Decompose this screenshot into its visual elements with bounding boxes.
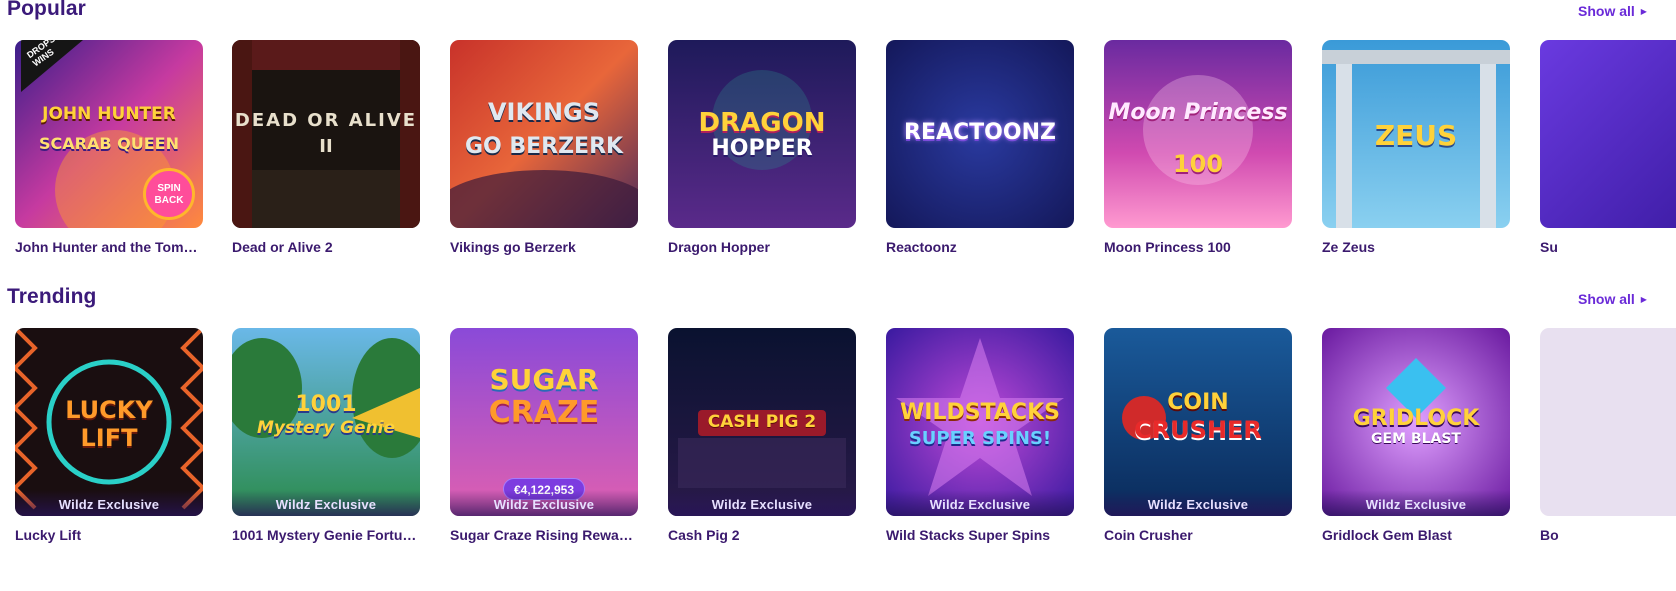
thumbnail-art (668, 40, 856, 228)
game-title[interactable]: Reactoonz (886, 239, 1074, 255)
game-title[interactable]: Sugar Craze Rising Rewar… (450, 527, 638, 543)
game-title[interactable]: Vikings go Berzerk (450, 239, 638, 255)
game-thumbnail[interactable]: 1001 Mystery Genie Wildz Exclusive (232, 328, 420, 516)
thumbnail-art (450, 40, 638, 228)
exclusive-badge: Wildz Exclusive (232, 490, 420, 516)
game-title[interactable]: Wild Stacks Super Spins (886, 527, 1074, 543)
game-title[interactable]: John Hunter and the Tomb… (15, 239, 203, 255)
exclusive-badge: Wildz Exclusive (668, 490, 856, 516)
thumbnail-art (886, 40, 1074, 228)
game-thumbnail[interactable]: CASH PIG 2 Wildz Exclusive (668, 328, 856, 516)
game-card[interactable]: ZEUS Ze Zeus (1322, 40, 1510, 255)
game-title[interactable]: Dead or Alive 2 (232, 239, 420, 255)
show-all-label: Show all (1578, 291, 1635, 307)
game-thumbnail[interactable]: DEAD OR ALIVE II (232, 40, 420, 228)
game-card[interactable]: LUCKY LIFT Wildz Exclusive Lucky Lift (15, 328, 203, 543)
trending-section: Trending Show all ▶ LUCKY LIFT Wildz Exc… (0, 285, 1676, 578)
spin-back-badge: SPIN BACK (143, 168, 195, 220)
section-title-popular: Popular (7, 0, 86, 20)
thumbnail-art (1322, 40, 1510, 228)
game-card[interactable]: Moon Princess 100 Moon Princess 100 (1104, 40, 1292, 255)
game-card[interactable]: CASH PIG 2 Wildz Exclusive Cash Pig 2 (668, 328, 856, 543)
game-thumbnail[interactable] (1540, 328, 1676, 516)
game-card[interactable]: DEAD OR ALIVE II Dead or Alive 2 (232, 40, 420, 255)
game-card[interactable]: SUGAR CRAZE €4,122,953 Wildz Exclusive S… (450, 328, 638, 543)
game-card[interactable]: GRIDLOCK GEM BLAST Wildz Exclusive Gridl… (1322, 328, 1510, 543)
game-thumbnail[interactable]: ZEUS (1322, 40, 1510, 228)
exclusive-badge: Wildz Exclusive (886, 490, 1074, 516)
show-all-popular-link[interactable]: Show all ▶ (1578, 3, 1647, 19)
show-all-trending-link[interactable]: Show all ▶ (1578, 291, 1647, 307)
game-title[interactable]: Lucky Lift (15, 527, 203, 543)
game-thumbnail[interactable]: SUGAR CRAZE €4,122,953 Wildz Exclusive (450, 328, 638, 516)
arrow-right-icon: ▶ (1640, 6, 1647, 16)
game-title[interactable]: Cash Pig 2 (668, 527, 856, 543)
exclusive-badge: Wildz Exclusive (450, 490, 638, 516)
game-title[interactable]: Ze Zeus (1322, 239, 1510, 255)
game-card[interactable]: DRAGON HOPPER Dragon Hopper (668, 40, 856, 255)
thumbnail-art (1540, 40, 1676, 228)
game-title[interactable]: Coin Crusher (1104, 527, 1292, 543)
popular-games-row[interactable]: DROPS & WINS JOHN HUNTER SCARAB QUEEN SP… (15, 40, 1676, 290)
show-all-label: Show all (1578, 3, 1635, 19)
popular-section: Popular Show all ▶ DROPS & WINS JOHN HUN… (0, 0, 1676, 290)
game-thumbnail[interactable]: GRIDLOCK GEM BLAST Wildz Exclusive (1322, 328, 1510, 516)
game-card[interactable]: Bo (1540, 328, 1676, 543)
game-title[interactable]: Su (1540, 239, 1676, 255)
game-title[interactable]: Bo (1540, 527, 1676, 543)
game-thumbnail[interactable]: LUCKY LIFT Wildz Exclusive (15, 328, 203, 516)
game-card[interactable]: DROPS & WINS JOHN HUNTER SCARAB QUEEN SP… (15, 40, 203, 255)
game-thumbnail[interactable]: REACTOONZ (886, 40, 1074, 228)
thumbnail-art (1540, 328, 1676, 516)
game-card[interactable]: Su (1540, 40, 1676, 255)
thumbnail-art (232, 328, 420, 516)
exclusive-badge: Wildz Exclusive (1322, 490, 1510, 516)
game-thumbnail[interactable]: DRAGON HOPPER (668, 40, 856, 228)
game-thumbnail[interactable] (1540, 40, 1676, 228)
game-card[interactable]: WILDSTACKS SUPER SPINS! Wildz Exclusive … (886, 328, 1074, 543)
game-card[interactable]: COIN CRUSHER Wildz Exclusive Coin Crushe… (1104, 328, 1292, 543)
trending-games-row[interactable]: LUCKY LIFT Wildz Exclusive Lucky Lift 10… (15, 328, 1676, 578)
exclusive-badge: Wildz Exclusive (1104, 490, 1292, 516)
game-card[interactable]: REACTOONZ Reactoonz (886, 40, 1074, 255)
game-title[interactable]: Moon Princess 100 (1104, 239, 1292, 255)
game-thumbnail[interactable]: VIKINGS GO BERZERK (450, 40, 638, 228)
exclusive-badge: Wildz Exclusive (15, 490, 203, 516)
game-card[interactable]: VIKINGS GO BERZERK Vikings go Berzerk (450, 40, 638, 255)
thumbnail-art (15, 328, 203, 516)
game-thumbnail[interactable]: WILDSTACKS SUPER SPINS! Wildz Exclusive (886, 328, 1074, 516)
thumbnail-art (232, 40, 420, 228)
thumbnail-art (1104, 328, 1292, 516)
game-title[interactable]: Gridlock Gem Blast (1322, 527, 1510, 543)
game-title[interactable]: 1001 Mystery Genie Fortunes (232, 527, 420, 543)
thumbnail-art (668, 328, 856, 516)
game-thumbnail[interactable]: COIN CRUSHER Wildz Exclusive (1104, 328, 1292, 516)
game-title[interactable]: Dragon Hopper (668, 239, 856, 255)
thumbnail-art (1104, 40, 1292, 228)
section-title-trending: Trending (7, 285, 97, 308)
thumbnail-art (1322, 328, 1510, 516)
game-thumbnail[interactable]: DROPS & WINS JOHN HUNTER SCARAB QUEEN SP… (15, 40, 203, 228)
arrow-right-icon: ▶ (1640, 294, 1647, 304)
game-card[interactable]: 1001 Mystery Genie Wildz Exclusive 1001 … (232, 328, 420, 543)
thumbnail-art (886, 328, 1074, 516)
game-thumbnail[interactable]: Moon Princess 100 (1104, 40, 1292, 228)
